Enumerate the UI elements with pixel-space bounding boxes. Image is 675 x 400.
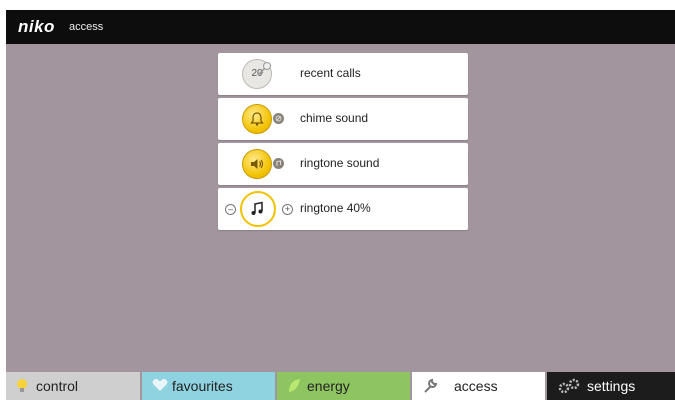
volume-up-button[interactable]: + xyxy=(282,204,293,215)
bell-icon xyxy=(242,104,272,134)
tab-settings[interactable]: settings xyxy=(547,372,675,400)
ringtone-volume-label: ringtone 40% xyxy=(300,201,371,215)
top-bar: niko access xyxy=(6,10,675,44)
muted-icon xyxy=(273,113,284,124)
tab-control-label: control xyxy=(36,378,79,394)
volume-dial[interactable] xyxy=(240,191,276,227)
speaker-icon xyxy=(242,149,272,179)
tab-control[interactable]: control xyxy=(6,372,140,400)
app-frame: niko access 20 recent calls chime sound xyxy=(6,10,675,400)
ringtone-sound-label: ringtone sound xyxy=(300,156,380,170)
recent-calls-label: recent calls xyxy=(300,66,361,80)
volume-down-button[interactable]: – xyxy=(225,204,236,215)
tab-access[interactable]: access xyxy=(412,372,545,400)
music-note-small-icon xyxy=(273,158,284,169)
tab-favourites-label: favourites xyxy=(172,378,233,394)
gears-icon xyxy=(557,378,581,397)
recent-calls-item[interactable]: 20 recent calls xyxy=(218,53,468,95)
leaf-icon xyxy=(287,378,301,397)
bottom-tab-bar: control favourites energy access setting… xyxy=(6,372,675,400)
tab-favourites[interactable]: favourites xyxy=(142,372,275,400)
heart-icon xyxy=(152,378,168,395)
key-icon xyxy=(256,61,272,77)
access-menu: 20 recent calls chime sound ringtone sou… xyxy=(218,53,468,233)
wrench-icon xyxy=(422,378,438,397)
ringtone-volume-item: – + ringtone 40% xyxy=(218,188,468,230)
tab-energy-label: energy xyxy=(307,378,350,394)
section-title: access xyxy=(69,21,104,33)
tab-access-label: access xyxy=(454,378,498,394)
chime-sound-item[interactable]: chime sound xyxy=(218,98,468,140)
tab-settings-label: settings xyxy=(587,378,636,394)
tab-energy[interactable]: energy xyxy=(277,372,410,400)
niko-logo: niko xyxy=(18,17,55,36)
ringtone-sound-item[interactable]: ringtone sound xyxy=(218,143,468,185)
chime-sound-label: chime sound xyxy=(300,111,369,125)
lightbulb-icon xyxy=(16,378,28,397)
